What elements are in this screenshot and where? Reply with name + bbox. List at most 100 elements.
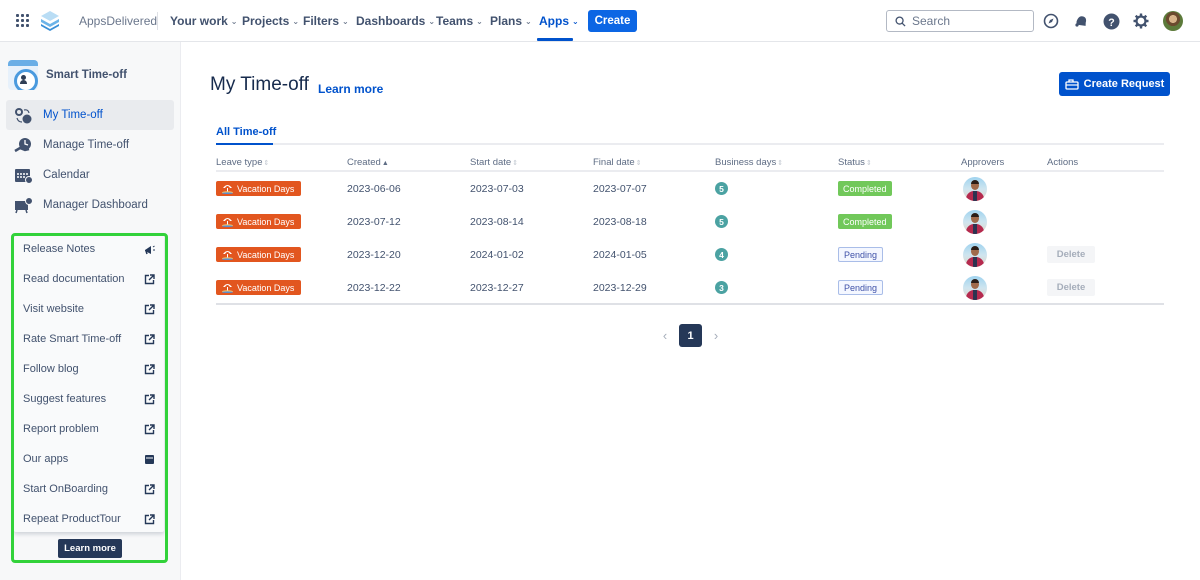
cell-created: 2023-07-12 xyxy=(347,215,401,228)
product-logo-icon[interactable] xyxy=(40,10,60,32)
column-header-final-date[interactable]: Final date⇕ xyxy=(593,157,642,168)
nav-dashboards[interactable]: Dashboards ⌄ xyxy=(356,14,435,28)
leave-type-badge[interactable]: Vacation Days xyxy=(216,181,301,196)
nav-teams[interactable]: Teams ⌄ xyxy=(436,14,483,28)
delete-button[interactable]: Delete xyxy=(1047,246,1095,263)
table-row[interactable]: Vacation Days 2023-12-20 2024-01-02 2024-01… xyxy=(216,238,1164,271)
approver-avatar[interactable] xyxy=(963,275,987,300)
sidebar-item-calendar[interactable]: Calendar xyxy=(6,160,174,190)
cell-business-days: 3 xyxy=(715,271,728,304)
nav-your-work[interactable]: Your work ⌄ xyxy=(170,14,238,28)
cell-final-date: 2024-01-05 xyxy=(593,248,647,261)
cell-approvers xyxy=(963,238,987,271)
approver-avatar[interactable] xyxy=(963,209,987,234)
column-header-leave-type[interactable]: Leave type⇕ xyxy=(216,157,269,168)
page-1-button[interactable]: 1 xyxy=(679,324,702,347)
next-page-button[interactable]: › xyxy=(711,328,721,343)
column-header-status[interactable]: Status⇕ xyxy=(838,157,872,168)
learn-more-link[interactable]: Learn more xyxy=(318,82,383,96)
nav-apps[interactable]: Apps ⌄ xyxy=(539,14,579,28)
nav-filters[interactable]: Filters ⌄ xyxy=(303,14,349,28)
nav-label: Plans xyxy=(490,14,523,28)
cell-status: Completed xyxy=(838,172,892,205)
search-field[interactable] xyxy=(886,10,1034,32)
nav-plans[interactable]: Plans ⌄ xyxy=(490,14,532,28)
sort-icon: ⇕ xyxy=(865,160,872,167)
sort-icon: ⇕ xyxy=(263,160,270,167)
leave-type-badge[interactable]: Vacation Days xyxy=(216,280,301,295)
leave-type-label: Vacation Days xyxy=(237,183,295,194)
column-header-created[interactable]: Created▲ xyxy=(347,157,389,168)
create-request-button[interactable]: Create Request xyxy=(1059,72,1170,96)
tab-bar: All Time-off xyxy=(216,124,1164,145)
cell-status: Pending xyxy=(838,238,884,271)
chevron-down-icon: ⌄ xyxy=(230,16,238,26)
table-row[interactable]: Vacation Days 2023-12-22 2023-12-27 2023-12… xyxy=(216,271,1164,304)
leave-type-badge[interactable]: Vacation Days xyxy=(216,214,301,229)
calendar-icon xyxy=(15,168,33,184)
cell-leave-type: Vacation Days xyxy=(216,172,301,205)
table-row[interactable]: Vacation Days 2023-07-12 2023-08-14 2023-08… xyxy=(216,205,1164,238)
previous-page-button[interactable]: ‹ xyxy=(660,328,670,343)
leave-type-badge[interactable]: Vacation Days xyxy=(216,247,301,262)
cell-leave-type: Vacation Days xyxy=(216,205,301,238)
manage-timeoff-icon xyxy=(14,137,31,152)
beach-umbrella-icon xyxy=(222,185,233,194)
help-icon[interactable]: ? xyxy=(1101,11,1121,31)
cell-status: Pending xyxy=(838,271,884,304)
approver-avatar[interactable] xyxy=(963,242,987,267)
create-button[interactable]: Create xyxy=(588,10,637,32)
table-row[interactable]: Vacation Days 2023-06-06 2023-07-03 2023-07… xyxy=(216,172,1164,205)
sort-ascending-icon: ▲ xyxy=(381,160,389,167)
cell-actions: Delete xyxy=(1047,238,1095,271)
cell-leave-type: Vacation Days xyxy=(216,271,301,304)
column-label: Approvers xyxy=(961,157,1005,168)
my-timeoff-icon xyxy=(15,107,32,123)
pagination: ‹ 1 › xyxy=(660,324,721,347)
nav-projects[interactable]: Projects ⌄ xyxy=(242,14,299,28)
cell-start-date: 2023-07-03 xyxy=(470,182,524,195)
cell-status: Completed xyxy=(838,205,892,238)
delete-button[interactable]: Delete xyxy=(1047,279,1095,296)
cell-final-date: 2023-07-07 xyxy=(593,182,647,195)
leave-type-label: Vacation Days xyxy=(237,282,295,293)
sidebar-item-manage-timeoff[interactable]: Manage Time-off xyxy=(6,130,174,160)
chevron-down-icon: ⌄ xyxy=(428,16,436,26)
column-label: Business days xyxy=(715,157,777,168)
approver-avatar[interactable] xyxy=(963,176,987,201)
cell-created: 2023-12-20 xyxy=(347,248,401,261)
search-input[interactable] xyxy=(912,14,1022,28)
beach-umbrella-icon xyxy=(222,251,233,260)
settings-gear-icon[interactable] xyxy=(1131,11,1151,31)
chevron-down-icon: ⌄ xyxy=(572,16,579,26)
sidebar-item-my-timeoff[interactable]: My Time-off xyxy=(6,100,174,130)
sidebar-item-manager-dashboard[interactable]: Manager Dashboard xyxy=(6,190,174,220)
site-name[interactable]: AppsDelivered xyxy=(79,14,157,28)
status-badge: Pending xyxy=(838,280,884,295)
compass-icon[interactable] xyxy=(1041,11,1061,31)
cell-business-days: 5 xyxy=(715,172,728,205)
tab-all-timeoff[interactable]: All Time-off xyxy=(216,126,276,142)
suitcase-icon xyxy=(1064,78,1079,90)
page-title: My Time-off xyxy=(210,74,309,95)
cell-business-days: 4 xyxy=(715,238,728,271)
status-badge: Completed xyxy=(838,214,892,229)
cell-leave-type: Vacation Days xyxy=(216,238,301,271)
app-switcher-icon[interactable] xyxy=(16,14,29,27)
cell-final-date: 2023-08-18 xyxy=(593,215,647,228)
column-label: Created xyxy=(347,157,381,168)
beach-umbrella-icon xyxy=(222,218,233,227)
notification-bell-icon[interactable] xyxy=(1071,11,1091,31)
nav-label: Apps xyxy=(539,14,569,28)
beach-umbrella-icon xyxy=(222,284,233,293)
cell-business-days: 5 xyxy=(715,205,728,238)
search-icon xyxy=(895,15,906,27)
cell-actions: Delete xyxy=(1047,271,1095,304)
timeoff-table: Leave type⇕ Created▲ Start date⇕ Final d… xyxy=(216,153,1164,305)
business-days-badge: 3 xyxy=(715,281,728,294)
column-header-business-days[interactable]: Business days⇕ xyxy=(715,157,783,168)
cell-approvers xyxy=(963,172,987,205)
svg-text:?: ? xyxy=(1108,16,1114,28)
column-header-start-date[interactable]: Start date⇕ xyxy=(470,157,518,168)
user-avatar[interactable] xyxy=(1163,11,1183,31)
